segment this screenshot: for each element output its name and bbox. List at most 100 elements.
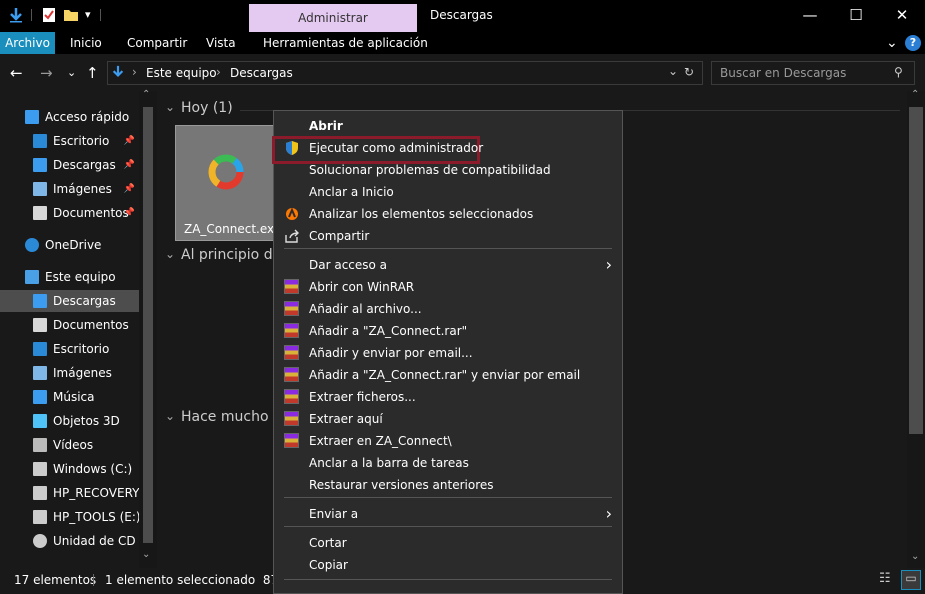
sidebar-item[interactable]: OneDrive xyxy=(0,234,139,256)
sidebar-scrollbar[interactable]: ⌃ ⌄ xyxy=(139,89,157,568)
menu-item[interactable]: Añadir a "ZA_Connect.rar" y enviar por e… xyxy=(274,364,622,386)
tab-inicio[interactable]: Inicio xyxy=(70,32,102,54)
submenu-chevron-icon: › xyxy=(605,255,612,274)
sidebar-item[interactable]: Escritorio xyxy=(0,338,139,360)
sidebar-item[interactable]: Objetos 3D xyxy=(0,410,139,432)
scroll-up-icon[interactable]: ⌃ xyxy=(142,89,150,100)
group-header-hace-mucho[interactable]: Hace mucho t xyxy=(181,409,278,425)
tab-herramientas[interactable]: Herramientas de aplicación xyxy=(263,32,428,54)
menu-item[interactable]: Ejecutar como administrador xyxy=(272,136,622,164)
menu-item[interactable]: Restaurar versiones anteriores xyxy=(274,474,622,496)
group-header-hoy[interactable]: Hoy (1) xyxy=(181,100,233,116)
sidebar-item[interactable]: Documentos 📌 xyxy=(0,202,139,224)
breadcrumb-este-equipo[interactable]: Este equipo xyxy=(146,66,217,80)
status-item-count: 17 elementos xyxy=(14,573,97,587)
star-icon xyxy=(25,110,39,124)
menu-item[interactable]: Anclar a Inicio xyxy=(274,181,622,203)
menu-item[interactable]: Compartir xyxy=(274,225,622,247)
close-button[interactable]: ✕ xyxy=(879,0,925,32)
scroll-down-icon[interactable]: ⌄ xyxy=(911,551,919,562)
maximize-button[interactable]: ☐ xyxy=(833,0,879,32)
search-box[interactable]: Buscar en Descargas ⚲ xyxy=(711,61,915,85)
sidebar-item-label: Acceso rápido xyxy=(45,110,130,124)
collapse-icon[interactable]: ⌄ xyxy=(165,247,175,261)
menu-item-label: Enviar a xyxy=(309,507,359,521)
pin-icon[interactable]: 📌 xyxy=(124,178,135,200)
menu-item[interactable]: Añadir y enviar por email... xyxy=(274,342,622,364)
music-icon xyxy=(33,390,47,404)
sidebar-scroll-thumb[interactable] xyxy=(143,107,153,543)
collapse-icon[interactable]: ⌄ xyxy=(165,100,175,114)
menu-item-label: Cortar xyxy=(309,536,347,550)
tab-administrar[interactable]: Administrar xyxy=(249,4,417,32)
sidebar-item[interactable]: Acceso rápido xyxy=(0,106,139,128)
menu-item[interactable]: Abrir xyxy=(274,115,622,137)
sidebar-item[interactable]: Música xyxy=(0,386,139,408)
menu-item-label: Analizar los elementos seleccionados xyxy=(309,207,534,221)
sidebar-item[interactable]: Descargas 📌 xyxy=(0,154,139,176)
menu-item[interactable]: Enviar a › xyxy=(274,503,622,525)
cloud-icon xyxy=(25,238,39,252)
menu-item[interactable]: Añadir a "ZA_Connect.rar" xyxy=(274,320,622,342)
sidebar-item[interactable]: Windows (C:) xyxy=(0,458,139,480)
menu-item[interactable]: Dar acceso a › xyxy=(274,254,622,276)
sidebar-item[interactable]: HP_TOOLS (E:) xyxy=(0,506,139,528)
tab-archivo[interactable]: Archivo xyxy=(0,32,55,54)
tab-compartir[interactable]: Compartir xyxy=(127,32,187,54)
forward-arrow-icon[interactable]: → xyxy=(40,64,53,82)
address-dropdown-icon[interactable]: ⌄ xyxy=(668,64,678,78)
recent-dropdown-icon[interactable]: ⌄ xyxy=(67,66,76,79)
minimize-button[interactable]: — xyxy=(787,0,833,32)
scroll-down-icon[interactable]: ⌄ xyxy=(142,549,150,560)
sidebar-item[interactable]: HP_RECOVERY ( xyxy=(0,482,139,504)
menu-item[interactable]: Extraer en ZA_Connect\ xyxy=(274,430,622,452)
sidebar-item[interactable]: Documentos xyxy=(0,314,139,336)
download-arrow-icon[interactable] xyxy=(8,7,24,23)
menu-item[interactable]: Anclar a la barra de tareas xyxy=(274,452,622,474)
up-arrow-icon[interactable]: ↑ xyxy=(86,64,99,82)
sidebar-item[interactable]: Descargas xyxy=(0,290,139,312)
details-view-icon[interactable]: ☷ xyxy=(879,571,891,586)
main-scroll-thumb[interactable] xyxy=(909,107,923,434)
group-header-principio[interactable]: Al principio de xyxy=(181,247,281,263)
menu-item[interactable]: Extraer ficheros... xyxy=(274,386,622,408)
search-input[interactable]: Buscar en Descargas xyxy=(720,66,846,80)
sidebar-item[interactable]: Este equipo xyxy=(0,266,139,288)
file-item-za-connect[interactable]: ZA_Connect.exe xyxy=(175,125,281,241)
menu-item[interactable]: Cortar xyxy=(274,532,622,554)
new-folder-icon[interactable] xyxy=(63,7,79,23)
menu-item[interactable]: Extraer aquí xyxy=(274,408,622,430)
share-icon xyxy=(284,228,300,244)
refresh-icon[interactable]: ↻ xyxy=(684,65,694,79)
video-icon xyxy=(33,438,47,452)
sidebar-item[interactable]: Vídeos xyxy=(0,434,139,456)
title-bar: ▾ Administrar Descargas — ☐ ✕ xyxy=(0,0,925,32)
sidebar-item[interactable]: Unidad de CD (G xyxy=(0,530,139,552)
menu-item-label: Añadir a "ZA_Connect.rar" y enviar por e… xyxy=(309,368,581,382)
sidebar-item[interactable]: Escritorio 📌 xyxy=(0,130,139,152)
sidebar-item[interactable]: Imágenes xyxy=(0,362,139,384)
main-scrollbar[interactable]: ⌃ ⌄ xyxy=(907,89,925,568)
back-arrow-icon[interactable]: ← xyxy=(10,64,23,82)
qat-dropdown-icon[interactable]: ▾ xyxy=(85,8,91,21)
menu-item[interactable]: Analizar los elementos seleccionados xyxy=(274,203,622,225)
menu-item[interactable]: Abrir con WinRAR xyxy=(274,276,622,298)
breadcrumb-descargas[interactable]: Descargas xyxy=(230,66,293,80)
menu-item[interactable]: Copiar xyxy=(274,554,622,576)
menu-item[interactable]: Añadir al archivo... xyxy=(274,298,622,320)
search-icon[interactable]: ⚲ xyxy=(894,65,903,79)
tab-vista[interactable]: Vista xyxy=(206,32,236,54)
collapse-icon[interactable]: ⌄ xyxy=(165,409,175,423)
sidebar-item[interactable]: Imágenes 📌 xyxy=(0,178,139,200)
ribbon-expand-icon[interactable]: ⌄ xyxy=(886,32,898,54)
address-bar[interactable]: › Este equipo › Descargas ⌄ ↻ xyxy=(107,61,703,85)
pin-icon[interactable]: 📌 xyxy=(124,130,135,152)
pin-icon[interactable]: 📌 xyxy=(124,154,135,176)
properties-icon[interactable] xyxy=(41,7,57,23)
help-icon[interactable]: ? xyxy=(905,35,921,51)
pin-icon[interactable]: 📌 xyxy=(124,202,135,224)
sidebar-item-label: Windows (C:) xyxy=(53,462,133,476)
scroll-up-icon[interactable]: ⌃ xyxy=(911,89,919,100)
menu-item[interactable]: Solucionar problemas de compatibilidad xyxy=(274,159,622,181)
large-icons-view-icon[interactable]: ▭ xyxy=(901,570,921,590)
